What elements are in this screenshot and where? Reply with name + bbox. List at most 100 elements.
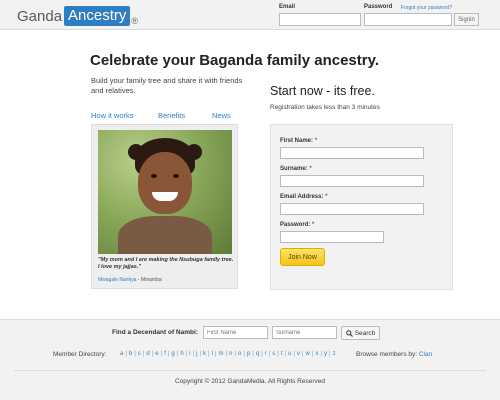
letter-link-a[interactable]: a: [120, 351, 123, 357]
letter-separator: |: [301, 351, 304, 357]
email-label: Email: [279, 4, 296, 10]
password-field[interactable]: [280, 231, 384, 243]
testimonial-photo: [98, 130, 232, 254]
letter-separator: |: [134, 351, 136, 357]
letter-separator: |: [293, 351, 295, 357]
letter-link-v[interactable]: v: [297, 351, 300, 357]
letter-separator: |: [277, 351, 279, 357]
find-surname-input[interactable]: [272, 326, 337, 339]
magnifier-icon: [345, 329, 353, 337]
testimonial-card: "My mom and I are making the Nsubuga fam…: [91, 124, 238, 289]
letter-separator: |: [225, 351, 228, 357]
find-descendant-label: Find a Decendant of Nambi:: [112, 329, 198, 336]
registered-mark: ®: [131, 16, 139, 26]
browse-members: Browse members by: Clan: [356, 351, 432, 358]
find-first-name-input[interactable]: [203, 326, 268, 339]
letter-separator: |: [268, 351, 271, 357]
letter-link-b[interactable]: b: [129, 351, 132, 357]
letter-separator: |: [125, 351, 127, 357]
letter-separator: |: [199, 351, 202, 357]
letter-link-n[interactable]: n: [229, 351, 232, 357]
letter-separator: |: [142, 351, 145, 357]
letter-separator: |: [329, 351, 331, 357]
letter-link-d[interactable]: d: [146, 351, 149, 357]
logo-text-ganda: Ganda: [17, 7, 63, 25]
letter-link-w[interactable]: w: [306, 351, 310, 357]
letter-link-m[interactable]: m: [219, 351, 224, 357]
letter-link-i[interactable]: i: [189, 351, 190, 357]
letter-separator: |: [284, 351, 287, 357]
letter-link-p[interactable]: p: [247, 351, 250, 357]
footer: Find a Decendant of Nambi: Search Member…: [0, 319, 500, 400]
letter-link-g[interactable]: g: [171, 351, 174, 357]
letter-link-h[interactable]: h: [180, 351, 183, 357]
login-password-input[interactable]: [364, 13, 452, 26]
letter-link-l[interactable]: l: [212, 351, 213, 357]
tab-benefits[interactable]: Benefits: [158, 111, 185, 120]
letter-separator: |: [192, 351, 195, 357]
tab-how-it-works[interactable]: How it works: [91, 111, 134, 120]
letter-separator: |: [243, 351, 245, 357]
letter-link-s[interactable]: s: [272, 351, 275, 357]
alphabet-index: a | b | c | d | e | f | g | h | i | j | k | l | m | n | o | p | q | r | s | t |…: [120, 351, 336, 357]
letter-separator: |: [252, 351, 254, 357]
letter-separator: |: [208, 351, 210, 357]
signup-form: First Name: * Surname: * Email Address: …: [270, 124, 453, 290]
letter-separator: |: [151, 351, 154, 357]
letter-separator: |: [160, 351, 163, 357]
search-button[interactable]: Search: [341, 326, 380, 340]
tab-news[interactable]: News: [212, 111, 231, 120]
required-mark: *: [325, 194, 328, 200]
hero-subline: Build your family tree and share it with…: [91, 76, 243, 95]
signup-title: Start now - its free.: [270, 84, 375, 98]
letter-separator: |: [261, 351, 263, 357]
password-label-signup: Password: *: [280, 222, 315, 228]
testimonial-quote: "My mom and I are making the Nsubuga fam…: [98, 257, 234, 270]
first-name-label: First Name: *: [280, 138, 318, 144]
testimonial-credit: Mwagale Nankya - Mmamba: [98, 277, 162, 283]
letter-link-t[interactable]: t: [281, 351, 283, 357]
login-email-input[interactable]: [279, 13, 361, 26]
required-mark: *: [312, 222, 315, 228]
first-name-field[interactable]: [280, 147, 424, 159]
password-label: Password: [364, 4, 393, 10]
letter-link-j[interactable]: j: [196, 351, 197, 357]
letter-separator: |: [185, 351, 188, 357]
logo[interactable]: Ganda Ancestry ®: [17, 6, 138, 26]
letter-separator: |: [320, 351, 322, 357]
letter-separator: |: [234, 351, 236, 357]
letter-link-x[interactable]: x: [315, 351, 318, 357]
letter-separator: |: [214, 351, 217, 357]
letter-separator: |: [167, 351, 170, 357]
letter-link-u[interactable]: u: [288, 351, 291, 357]
letter-link-f[interactable]: f: [164, 351, 166, 357]
letter-link-o[interactable]: o: [238, 351, 241, 357]
browse-label: Browse members by:: [356, 351, 418, 358]
browse-clan-link[interactable]: Clan: [419, 351, 432, 358]
letter-separator: |: [176, 351, 179, 357]
forgot-password-link[interactable]: Forgot your password?: [401, 5, 452, 11]
page-headline: Celebrate your Baganda family ancestry.: [90, 52, 379, 69]
logo-text-ancestry: Ancestry: [64, 6, 131, 26]
surname-label: Surname: *: [280, 166, 312, 172]
letter-link-e[interactable]: e: [155, 351, 158, 357]
required-mark: *: [309, 166, 312, 172]
email-address-field[interactable]: [280, 203, 424, 215]
letter-link-y[interactable]: y: [324, 351, 327, 357]
email-address-label: Email Address: *: [280, 194, 328, 200]
search-label: Search: [354, 329, 376, 337]
letter-separator: |: [311, 351, 314, 357]
testimonial-author[interactable]: Mwagale Nankya: [98, 277, 136, 283]
copyright: Copyright © 2012 GandaMedia. All Rights …: [174, 378, 326, 385]
signin-button[interactable]: Signin: [454, 13, 479, 26]
letter-link-q[interactable]: q: [256, 351, 259, 357]
join-now-button[interactable]: Join Now: [280, 248, 325, 266]
signup-note: Registration takes less than 3 minutes: [270, 104, 380, 111]
letter-link-z[interactable]: z: [333, 351, 336, 357]
letter-link-r[interactable]: r: [265, 351, 267, 357]
letter-link-k[interactable]: k: [203, 351, 206, 357]
letter-link-c[interactable]: c: [138, 351, 141, 357]
top-bar: Ganda Ancestry ® Email Password Forgot y…: [0, 0, 500, 30]
surname-field[interactable]: [280, 175, 424, 187]
required-mark: *: [314, 138, 318, 144]
